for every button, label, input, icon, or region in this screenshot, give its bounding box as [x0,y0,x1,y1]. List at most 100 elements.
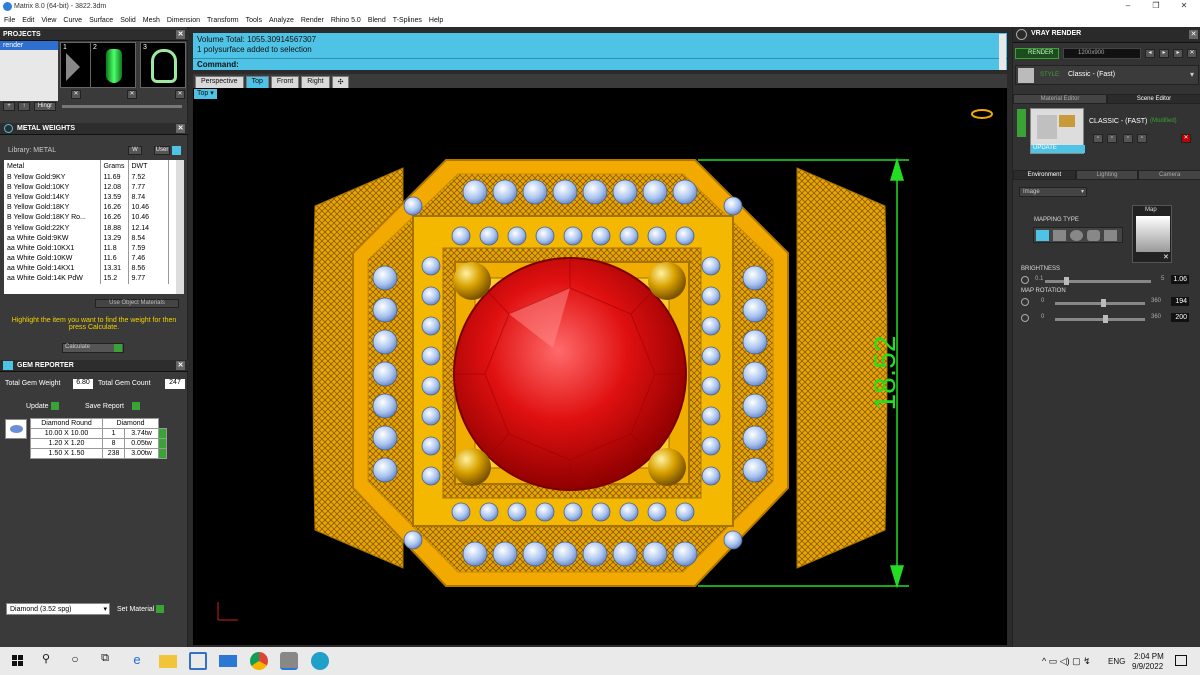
library-toggle[interactable] [172,146,181,155]
rotation-value-2[interactable]: 200 [1171,313,1189,322]
rotation-value-1[interactable]: 194 [1171,297,1189,306]
table-row[interactable]: B Yellow Gold:22KY 18.88 12.14 [4,222,169,234]
command-line[interactable]: Command: [193,58,1007,70]
thumb-delete-button[interactable]: ✕ [127,90,137,99]
tab-material-editor[interactable]: Material Editor [1013,94,1107,104]
style-select[interactable]: STYLE: Classic - (Fast) ▾ [1015,65,1199,85]
use-object-materials-button[interactable]: Use Object Materials [95,299,179,308]
projects-scrollbar[interactable] [62,105,182,108]
ring-icon[interactable] [971,109,993,119]
menu-view[interactable]: View [41,17,56,24]
thumb-delete-button[interactable]: ✕ [175,90,185,99]
prev-icon[interactable]: ◂ [1145,49,1155,58]
resolution-field[interactable]: 1200x900 [1063,48,1141,59]
menu-render[interactable]: Render [301,17,324,24]
close-icon[interactable]: ✕ [176,30,185,39]
scene-btn-icon[interactable]: ▫ [1137,134,1147,143]
notification-icon[interactable] [1175,655,1187,666]
update-bar[interactable]: UPDATE [1031,145,1085,153]
save-report-button[interactable]: Save Report [85,402,140,410]
close-icon[interactable]: ✕ [1189,30,1198,39]
menu-file[interactable]: File [4,17,15,24]
menu-mesh[interactable]: Mesh [143,17,160,24]
tray-icons[interactable]: ^ ▭ ◁) ▢ ↯ [1042,656,1091,667]
menu-tsplines[interactable]: T-Splines [393,17,422,24]
table-row[interactable]: B Yellow Gold:9KY 11.69 7.52 [4,172,169,183]
menu-transform[interactable]: Transform [207,17,239,24]
brightness-slider[interactable] [1045,277,1151,285]
rotation-slider-1[interactable] [1055,299,1145,307]
mapping-sphere-icon[interactable] [1070,230,1083,241]
table-row[interactable]: aa White Gold:14KX1 13.31 8.56 [4,263,169,274]
table-row[interactable]: 1.20 X 1.20 8 0.05tw [30,438,167,449]
menu-help[interactable]: Help [429,17,443,24]
material-select[interactable]: Diamond (3.52 spg) ▾ [6,603,110,615]
menu-curve[interactable]: Curve [63,17,82,24]
search-icon[interactable]: ⚲ [37,652,55,670]
mapping-dome-icon[interactable] [1104,230,1117,241]
minimize-button[interactable]: – [1116,1,1140,13]
map-preview[interactable]: Map ✕ [1132,205,1172,263]
project-item[interactable]: render [0,41,58,50]
calculate-button[interactable]: Calculate [62,343,124,353]
row-go-button[interactable] [158,428,167,439]
tab-lighting[interactable]: Lighting [1075,170,1139,180]
settings-icon[interactable]: ✕ [1187,49,1197,58]
close-icon[interactable]: ✕ [176,361,185,370]
row-go-button[interactable] [158,438,167,449]
thumb-delete-button[interactable]: ✕ [71,90,81,99]
projects-list[interactable]: render [0,41,58,101]
scene-side-handle[interactable] [1017,109,1026,137]
library-w-button[interactable]: W [128,146,142,155]
clock-date[interactable]: 9/9/2022 [1132,662,1163,671]
metal-table-scrollbar[interactable] [176,160,184,294]
menu-edit[interactable]: Edit [22,17,34,24]
set-material-button[interactable]: Set Material [117,605,165,613]
close-icon[interactable]: ✕ [1163,253,1169,261]
rotation-slider-2[interactable] [1055,315,1145,323]
scene-btn-icon[interactable]: ▫ [1123,134,1133,143]
scene-btn-icon[interactable]: ▫ [1093,134,1103,143]
language-indicator[interactable]: ENG [1108,657,1125,666]
windows-start-icon[interactable] [9,652,27,670]
menu-blend[interactable]: Blend [368,17,386,24]
table-row[interactable]: B Yellow Gold:18KY Ro... 16.26 10.46 [4,212,169,223]
tab-scene-editor[interactable]: Scene Editor [1107,94,1200,104]
table-row[interactable]: aa White Gold:9KW 13.29 8.54 [4,233,169,244]
table-row[interactable]: B Yellow Gold:10KY 12.08 7.77 [4,182,169,193]
tab-perspective[interactable]: Perspective [195,76,244,88]
up-button[interactable]: ↑ [18,102,30,111]
file-explorer-icon[interactable] [159,655,177,668]
matrix-app-icon[interactable] [280,652,298,670]
mapping-flat-icon[interactable] [1036,230,1049,241]
command-scrollbar[interactable] [999,34,1006,70]
menu-rhino[interactable]: Rhino 5.0 [331,17,361,24]
project-thumb-3[interactable]: 3 [140,42,186,88]
tab-add[interactable]: ✣ [331,76,350,88]
table-row[interactable]: 1.50 X 1.50 238 3.00tw [30,448,167,459]
tab-front[interactable]: Front [270,76,300,88]
slider-knob[interactable] [1100,299,1106,307]
maximize-button[interactable]: ❐ [1144,1,1168,13]
mapping-cylinder-icon[interactable] [1087,230,1100,241]
task-view-icon[interactable]: ⧉ [96,652,114,670]
next-icon[interactable]: ▸ [1173,49,1183,58]
delete-icon[interactable]: ✕ [1181,134,1191,143]
render-button[interactable]: RENDER [1015,48,1059,59]
scene-btn-icon[interactable]: ▫ [1107,134,1117,143]
table-row[interactable]: 10.00 X 10.00 1 3.74tw [30,428,167,439]
brightness-value[interactable]: 1.06 [1171,275,1189,284]
menu-surface[interactable]: Surface [89,17,113,24]
tab-top[interactable]: Top [245,76,269,88]
menu-tools[interactable]: Tools [246,17,262,24]
clock-time[interactable]: 2:04 PM [1134,652,1164,661]
project-thumb-2[interactable]: 2 [90,42,136,88]
tab-environment[interactable]: Environment [1013,170,1076,180]
environment-select[interactable]: Image ▾ [1019,187,1087,197]
vray-app-icon[interactable] [311,652,329,670]
cortana-icon[interactable]: ○ [66,652,84,670]
viewport-label[interactable]: Top ▾ [194,89,217,99]
table-row[interactable]: B Yellow Gold:18KY 16.26 10.46 [4,202,169,213]
slider-knob[interactable] [1064,277,1070,285]
close-button[interactable]: ✕ [1172,1,1196,13]
